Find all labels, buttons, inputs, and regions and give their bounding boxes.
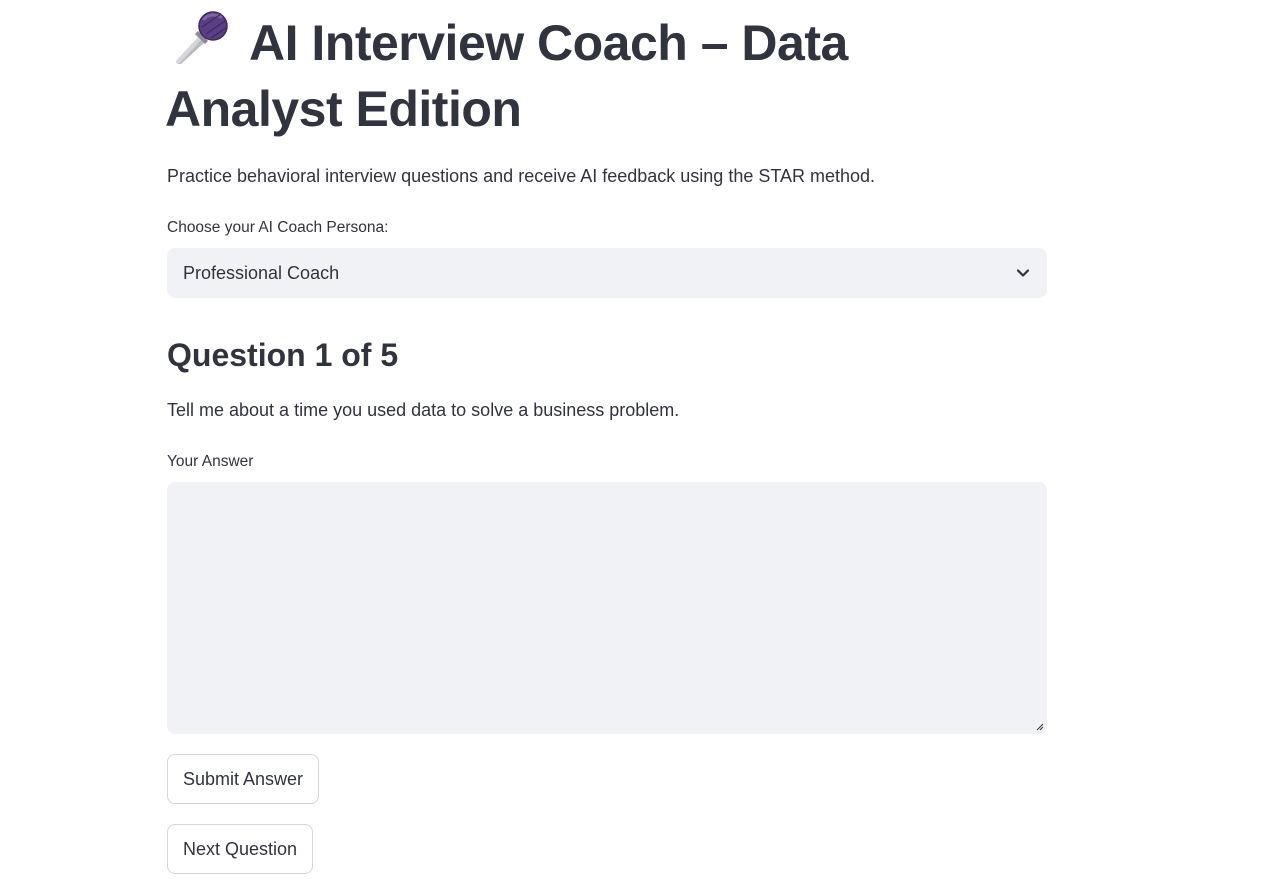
question-text: Tell me about a time you used data to so…	[167, 400, 680, 420]
resize-handle-icon[interactable]	[1034, 721, 1044, 731]
next-question-button[interactable]: Next Question	[167, 824, 314, 874]
persona-select[interactable]: Professional Coach	[167, 248, 1047, 298]
answer-label: Your Answer	[167, 453, 254, 470]
page-title: AI Interview Coach – Data Analyst Editio…	[165, 10, 925, 142]
chevron-down-icon[interactable]	[1015, 265, 1031, 281]
persona-select-label: Choose your AI Coach Persona:	[167, 219, 389, 236]
page-description: Practice behavioral interview questions …	[167, 166, 876, 186]
submit-answer-button[interactable]: Submit Answer	[167, 754, 320, 804]
page-title-text: AI Interview Coach – Data Analyst Editio…	[165, 15, 848, 137]
app-page: AI Interview Coach – Data Analyst Editio…	[0, 0, 1277, 892]
question-heading: Question 1 of 5	[167, 337, 399, 373]
persona-select-value: Professional Coach	[183, 263, 340, 283]
microphone-icon	[176, 11, 228, 64]
answer-textarea[interactable]	[167, 482, 1047, 734]
